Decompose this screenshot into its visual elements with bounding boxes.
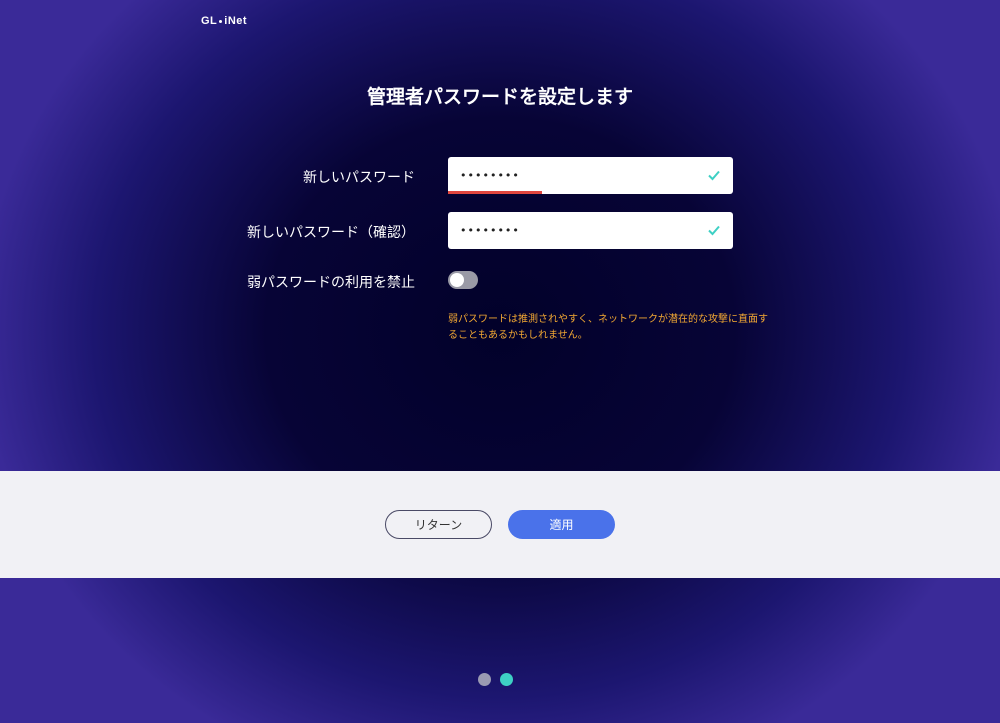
step-dot-2-active[interactable]	[500, 673, 513, 686]
password-strength-bar	[448, 191, 542, 194]
logo-text-left: GL	[201, 15, 218, 27]
brand-logo: GL iNet	[201, 15, 247, 27]
new-password-input[interactable]	[448, 157, 700, 194]
page-title: 管理者パスワードを設定します	[366, 86, 633, 108]
apply-button[interactable]: 適用	[508, 510, 615, 539]
confirm-password-label: 新しいパスワード（確認）	[247, 225, 415, 241]
weak-password-toggle[interactable]	[448, 271, 478, 289]
confirm-password-field[interactable]	[448, 212, 733, 249]
confirm-password-input[interactable]	[448, 212, 700, 249]
action-bar: リターン 適用	[0, 471, 1000, 578]
toggle-knob	[450, 273, 464, 287]
check-icon	[708, 225, 720, 236]
new-password-label: 新しいパスワード	[303, 170, 415, 186]
logo-text-right: iNet	[224, 15, 248, 27]
weak-password-warning: 弱パスワードは推測されやすく、ネットワークが潜在的な攻撃に直面することもあるかも…	[448, 314, 768, 341]
return-button[interactable]: リターン	[385, 510, 492, 539]
step-dot-1[interactable]	[478, 673, 491, 686]
logo-dot-icon	[219, 19, 223, 23]
new-password-field[interactable]	[448, 157, 733, 194]
check-icon	[708, 170, 720, 181]
weak-password-label: 弱パスワードの利用を禁止	[247, 275, 415, 291]
